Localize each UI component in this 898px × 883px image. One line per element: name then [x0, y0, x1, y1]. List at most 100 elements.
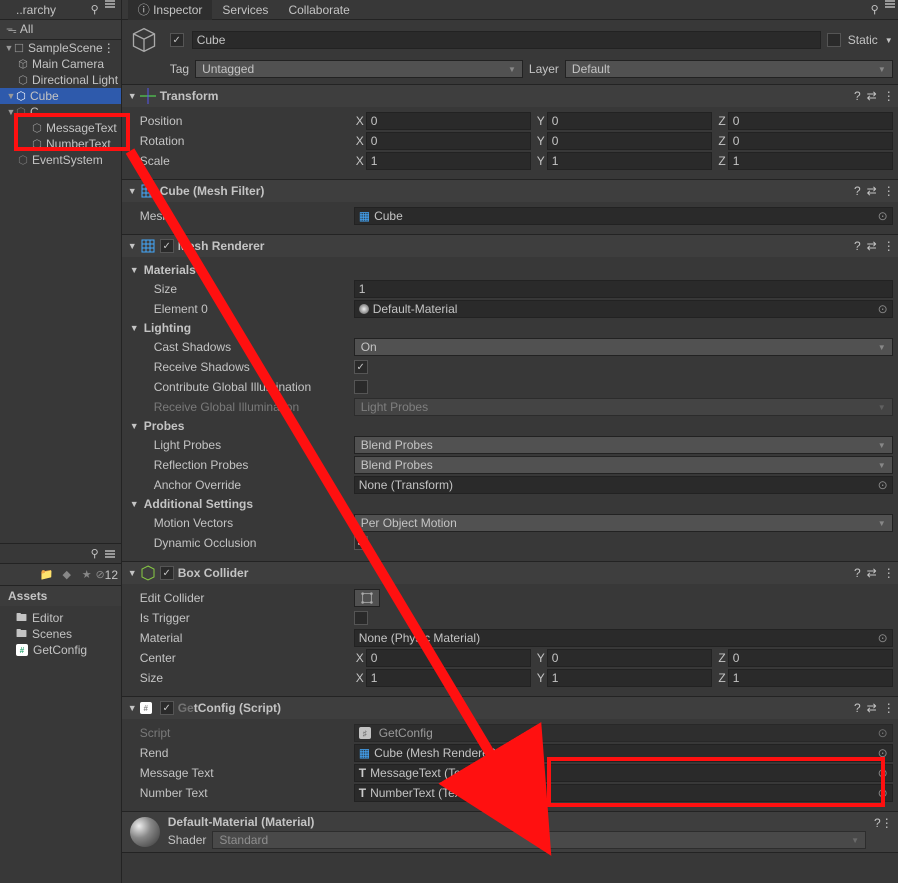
object-picker-icon[interactable]: ⊙: [878, 786, 888, 800]
gameobject-name-field[interactable]: [192, 31, 821, 49]
size-z[interactable]: [728, 669, 893, 687]
object-picker-icon[interactable]: ⊙: [878, 746, 888, 760]
hierarchy-search[interactable]: ᯓ All: [0, 20, 121, 40]
help-icon[interactable]: ?: [854, 184, 861, 198]
boxcollider-header[interactable]: ▼ Box Collider ?⇄⋮: [122, 562, 898, 584]
layer-dropdown[interactable]: Default▼: [565, 60, 893, 78]
contribute-gi-toggle[interactable]: [354, 380, 368, 394]
number-text-field[interactable]: TNumberText (Text)⊙: [354, 784, 893, 802]
preset-icon[interactable]: ⇄: [867, 239, 877, 253]
asset-script[interactable]: #GetConfig: [4, 642, 117, 658]
context-icon[interactable]: ⋮: [883, 89, 895, 103]
panel-menu-icon[interactable]: [105, 3, 115, 5]
lock-icon[interactable]: ⚲: [91, 3, 99, 16]
rotation-x[interactable]: [366, 132, 531, 150]
message-text-field[interactable]: TMessageText (Text)⊙: [354, 764, 893, 782]
help-icon[interactable]: ?: [854, 566, 861, 580]
tab-services[interactable]: Services: [212, 0, 278, 20]
help-icon[interactable]: ?: [854, 239, 861, 253]
hierarchy-item[interactable]: Directional Light: [0, 72, 121, 88]
foldout-icon[interactable]: ▼: [6, 91, 16, 101]
context-icon[interactable]: ⋮: [883, 184, 895, 198]
rotation-y[interactable]: [547, 132, 712, 150]
size-y[interactable]: [547, 669, 712, 687]
tab-collaborate[interactable]: Collaborate: [278, 0, 359, 20]
cast-shadows-dropdown[interactable]: On▼: [354, 338, 893, 356]
materials-section[interactable]: ▼Materials: [130, 261, 893, 279]
motion-vectors-dropdown[interactable]: Per Object Motion▼: [354, 514, 893, 532]
gameobject-active-toggle[interactable]: [170, 33, 184, 47]
rend-field[interactable]: ▦Cube (Mesh Renderer)⊙: [354, 744, 893, 762]
object-picker-icon[interactable]: ⊙: [878, 766, 888, 780]
center-x[interactable]: [366, 649, 531, 667]
edit-collider-button[interactable]: [354, 589, 380, 607]
scene-row[interactable]: ▼ SampleScene ⋮: [0, 40, 121, 56]
hierarchy-item-messagetext[interactable]: MessageText: [0, 120, 121, 136]
static-toggle[interactable]: [827, 33, 841, 47]
shader-dropdown[interactable]: Standard▼: [212, 831, 866, 849]
mesh-field[interactable]: ▦Cube⊙: [354, 207, 893, 225]
receive-shadows-toggle[interactable]: [354, 360, 368, 374]
object-picker-icon[interactable]: ⊙: [878, 478, 888, 492]
scale-y[interactable]: [547, 152, 712, 170]
size-x[interactable]: [366, 669, 531, 687]
foldout-icon[interactable]: ▼: [128, 568, 140, 578]
context-icon[interactable]: ⋮: [883, 701, 895, 715]
lock-icon[interactable]: ⚲: [91, 547, 99, 560]
object-picker-icon[interactable]: ⊙: [878, 631, 888, 645]
help-icon[interactable]: ?: [854, 89, 861, 103]
folder-icon[interactable]: 📁: [39, 568, 55, 582]
asset-folder[interactable]: 🖿Scenes: [4, 626, 117, 642]
preset-icon[interactable]: ⇄: [867, 184, 877, 198]
object-picker-icon[interactable]: ⊙: [878, 209, 888, 223]
rotation-z[interactable]: [728, 132, 893, 150]
probes-section[interactable]: ▼Probes: [130, 417, 893, 435]
dynamic-occlusion-toggle[interactable]: [354, 536, 368, 550]
object-picker-icon[interactable]: ⊙: [878, 302, 888, 316]
context-icon[interactable]: ⋮: [881, 816, 893, 830]
hierarchy-tab[interactable]: ..rarchy: [6, 0, 66, 20]
panel-menu-icon[interactable]: [105, 553, 115, 555]
additional-section[interactable]: ▼Additional Settings: [130, 495, 893, 513]
scale-x[interactable]: [366, 152, 531, 170]
star-icon[interactable]: ★: [79, 568, 95, 582]
elem0-field[interactable]: Default-Material⊙: [354, 300, 893, 318]
position-x[interactable]: [366, 112, 531, 130]
hidden-icon[interactable]: ⊘12: [99, 568, 115, 582]
tab-inspector[interactable]: ⓘ Inspector: [128, 0, 213, 21]
lock-icon[interactable]: ⚲: [871, 3, 879, 16]
meshfilter-header[interactable]: ▼ Cube (Mesh Filter) ?⇄⋮: [122, 180, 898, 202]
meshrenderer-toggle[interactable]: [160, 239, 174, 253]
hierarchy-item[interactable]: EventSystem: [0, 152, 121, 168]
hierarchy-item-numbertext[interactable]: NumberText: [0, 136, 121, 152]
boxcollider-toggle[interactable]: [160, 566, 174, 580]
help-icon[interactable]: ?: [854, 701, 861, 715]
center-z[interactable]: [728, 649, 893, 667]
preset-icon[interactable]: ⇄: [867, 566, 877, 580]
mat-size-field[interactable]: [354, 280, 893, 298]
transform-header[interactable]: ▼ Transform ?⇄⋮: [122, 85, 898, 107]
position-y[interactable]: [547, 112, 712, 130]
scale-z[interactable]: [728, 152, 893, 170]
material-header[interactable]: Default-Material (Material) ShaderStanda…: [122, 812, 898, 852]
light-probes-dropdown[interactable]: Blend Probes▼: [354, 436, 893, 454]
context-icon[interactable]: ⋮: [103, 41, 115, 55]
preset-icon[interactable]: ⇄: [867, 701, 877, 715]
lighting-section[interactable]: ▼Lighting: [130, 319, 893, 337]
foldout-icon[interactable]: ▼: [128, 241, 140, 251]
hierarchy-item[interactable]: ▼C..: [0, 104, 121, 120]
reflection-probes-dropdown[interactable]: Blend Probes▼: [354, 456, 893, 474]
anchor-field[interactable]: None (Transform)⊙: [354, 476, 893, 494]
foldout-icon[interactable]: ▼: [128, 186, 140, 196]
context-icon[interactable]: ⋮: [883, 566, 895, 580]
help-icon[interactable]: ?: [874, 816, 881, 830]
hierarchy-item-cube[interactable]: ▼Cube: [0, 88, 121, 104]
foldout-icon[interactable]: ▼: [4, 43, 14, 53]
meshrenderer-header[interactable]: ▼ Mesh Renderer ?⇄⋮: [122, 235, 898, 257]
foldout-icon[interactable]: ▼: [128, 703, 140, 713]
center-y[interactable]: [547, 649, 712, 667]
assets-header[interactable]: Assets: [0, 586, 121, 606]
position-z[interactable]: [728, 112, 893, 130]
foldout-icon[interactable]: ▼: [6, 107, 16, 117]
is-trigger-toggle[interactable]: [354, 611, 368, 625]
